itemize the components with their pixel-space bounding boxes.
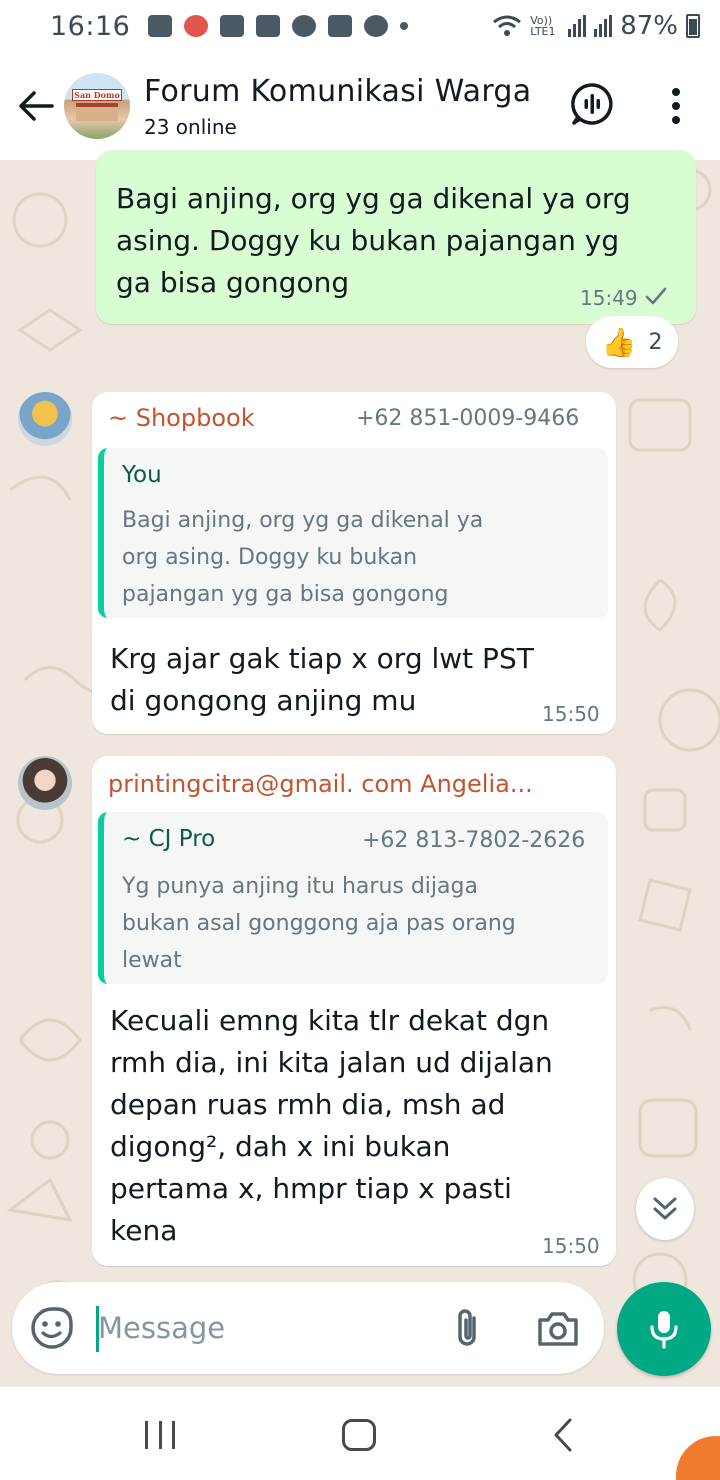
- notification-icons: [148, 15, 409, 37]
- chat-title: Forum Komunikasi Warga: [144, 73, 532, 109]
- message-text-line: Krg ajar gak tiap x org lwt PST: [110, 642, 534, 675]
- message-text-line: depan ruas rmh dia, msh ad: [110, 1088, 506, 1121]
- quote-text-line: bukan asal gonggong aja pas orang: [122, 911, 516, 936]
- message-text-line: ga bisa gongong: [116, 266, 350, 299]
- battery-percent: 87%: [620, 11, 678, 41]
- message-text-line: pertama x, hmpr tiap x pasti: [110, 1172, 512, 1205]
- message-time: 15:50: [542, 1234, 600, 1258]
- incoming-message[interactable]: ~ Shopbook +62 851-0009-9466 You Bagi an…: [92, 392, 616, 734]
- message-text-line: kena: [110, 1214, 178, 1247]
- voice-chat-button[interactable]: [570, 82, 614, 126]
- arrow-left-icon: [19, 91, 54, 121]
- recent-apps-button[interactable]: [145, 1421, 175, 1449]
- quote-text-line: Bagi anjing, org yg ga dikenal ya: [122, 508, 484, 533]
- voice-chat-icon: [571, 83, 613, 125]
- outgoing-message[interactable]: Bagi anjing, org yg ga dikenal ya org as…: [96, 150, 696, 324]
- more-notifications-dot: [400, 22, 409, 30]
- chevron-left-icon: [554, 1418, 572, 1452]
- scroll-to-bottom-button[interactable]: [636, 1178, 694, 1240]
- message-time: 15:50: [542, 702, 600, 726]
- system-back-button[interactable]: [548, 1417, 578, 1453]
- camera-button[interactable]: [536, 1308, 580, 1348]
- home-button[interactable]: [342, 1419, 376, 1451]
- quote-phone: +62 813-7802-2626: [362, 828, 586, 853]
- more-options-button[interactable]: [664, 84, 688, 128]
- sticker-button[interactable]: [30, 1306, 74, 1350]
- message-text-line: asing. Doggy ku bukan pajangan yg: [116, 224, 620, 257]
- incoming-message[interactable]: printingcitra@gmail. com Angelia... ~ CJ…: [92, 756, 616, 1266]
- system-navigation-bar: [0, 1386, 720, 1480]
- double-chevron-down-icon: [653, 1197, 677, 1220]
- sender-avatar[interactable]: [18, 392, 72, 446]
- online-count: 23 online: [144, 114, 237, 139]
- quote-text-line: Yg punya anjing itu harus dijaga: [122, 874, 478, 899]
- attach-button[interactable]: [450, 1306, 486, 1350]
- quoted-message[interactable]: ~ CJ Pro +62 813-7802-2626 Yg punya anji…: [98, 812, 608, 984]
- message-text-line: Kecuali emng kita tlr dekat dgn: [110, 1004, 550, 1037]
- wifi-icon: [493, 15, 522, 36]
- paperclip-icon: [458, 1309, 476, 1346]
- chat-info[interactable]: Forum Komunikasi Warga 23 online: [144, 74, 531, 139]
- message-text-line: digong², dah x ini bukan: [110, 1130, 451, 1163]
- message-time: 15:49: [580, 286, 638, 310]
- sticker-icon: [31, 1307, 73, 1349]
- quote-text-line: lewat: [122, 948, 182, 973]
- camera-icon: [538, 1312, 578, 1346]
- sender-name[interactable]: ~ Shopbook: [108, 404, 255, 432]
- mic-icon: [650, 1311, 678, 1349]
- message-text-line: di gongong anjing mu: [110, 684, 417, 717]
- signal-icon: [568, 15, 587, 37]
- chat-header: San Domo Forum Komunikasi Warga 23 onlin…: [0, 52, 720, 160]
- system-icons: Vo)) LTE1 87%: [492, 11, 700, 41]
- thumbs-up-icon: 👍: [601, 325, 637, 359]
- app-notification-icon-3: [364, 15, 389, 37]
- quoted-message[interactable]: You Bagi anjing, org yg ga dikenal ya or…: [98, 448, 608, 618]
- quote-author: You: [122, 462, 162, 488]
- gift-notification-icon: [220, 15, 245, 37]
- reaction-count: 2: [648, 329, 663, 355]
- app-notification-icon: [184, 15, 209, 37]
- group-avatar[interactable]: San Domo: [64, 73, 130, 139]
- back-button[interactable]: [4, 74, 68, 138]
- message-notification-icon: [148, 15, 173, 37]
- avatar-sign: San Domo: [72, 89, 122, 101]
- quote-text-line: org asing. Doggy ku bukan: [122, 545, 418, 570]
- sender-phone: +62 851-0009-9466: [356, 406, 580, 431]
- app-notification-icon-2: [292, 15, 317, 37]
- youtube-notification-icon: [256, 15, 281, 37]
- check-icon: [645, 287, 667, 305]
- sender-name[interactable]: printingcitra@gmail. com Angelia...: [108, 770, 533, 798]
- shield-notification-icon: [328, 15, 353, 37]
- status-time: 16:16: [50, 10, 131, 42]
- reaction-badge[interactable]: 👍 2: [586, 316, 678, 368]
- network-type: Vo)) LTE1: [530, 14, 556, 38]
- message-text-line: Bagi anjing, org yg ga dikenal ya org: [116, 182, 631, 215]
- quote-author: ~ CJ Pro: [122, 826, 216, 852]
- message-input[interactable]: [98, 1300, 428, 1356]
- battery-icon: [686, 14, 700, 38]
- status-bar: 16:16 Vo)) LTE1 87%: [0, 0, 720, 52]
- signal-icon-2: [594, 15, 613, 37]
- quote-text-line: pajangan yg ga bisa gongong: [122, 582, 449, 607]
- voice-message-button[interactable]: [617, 1282, 711, 1376]
- message-composer: [12, 1282, 604, 1374]
- message-text-line: rmh dia, ini kita jalan ud dijalan: [110, 1046, 553, 1079]
- sender-avatar[interactable]: [18, 756, 72, 810]
